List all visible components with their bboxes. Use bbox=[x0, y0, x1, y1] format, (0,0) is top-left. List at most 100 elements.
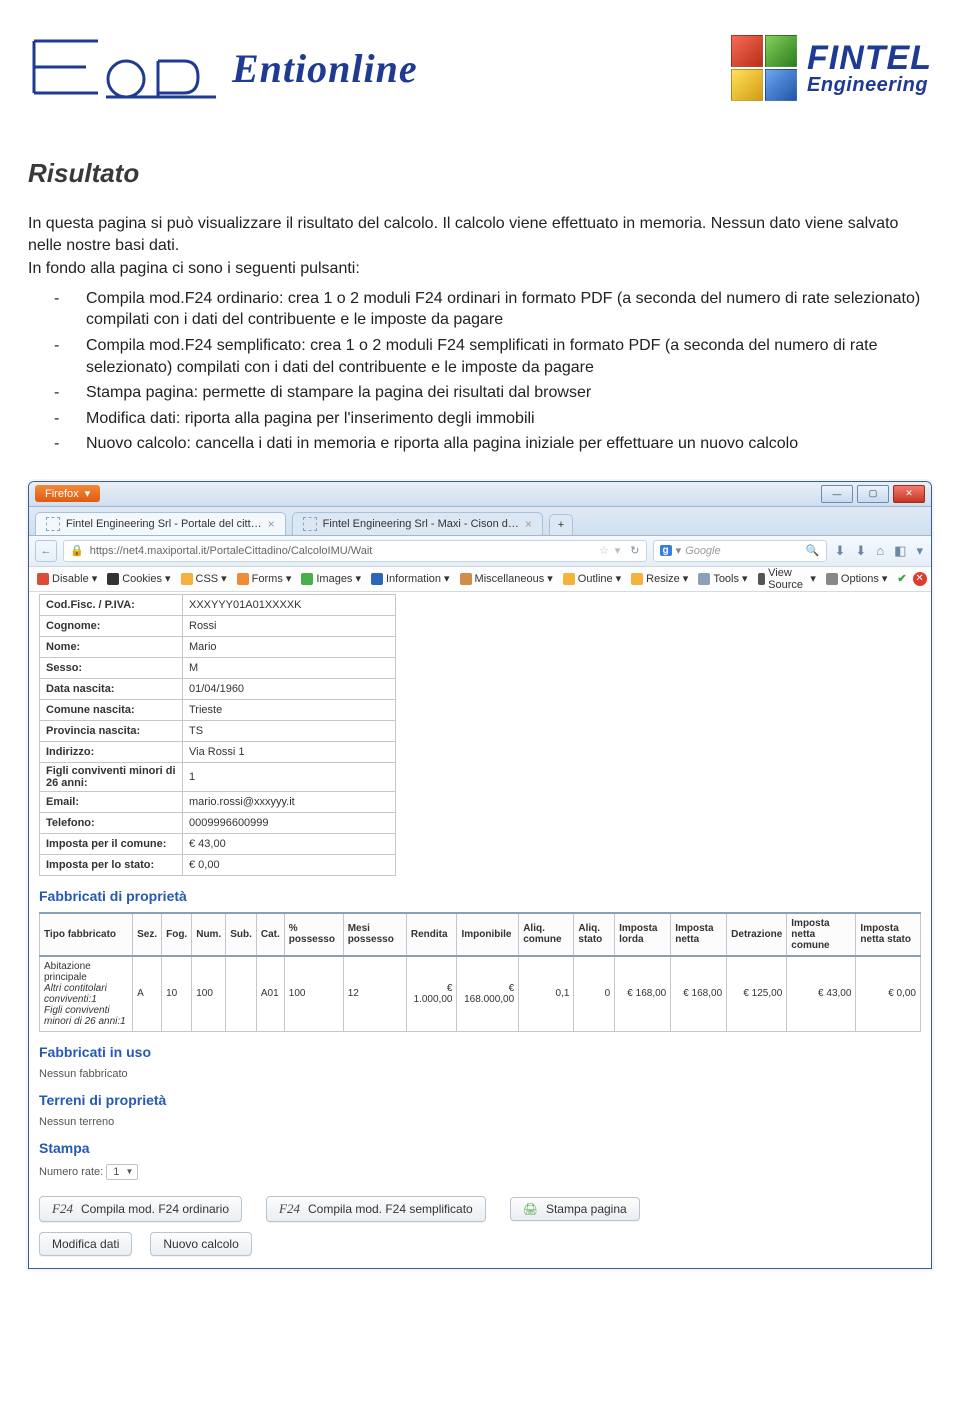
lock-icon: 🔒 bbox=[70, 544, 84, 557]
devtool-information[interactable]: Information▾ bbox=[371, 572, 450, 585]
devtool-misc[interactable]: Miscellaneous▾ bbox=[460, 572, 553, 585]
kv-key: Figli conviventi minori di 26 anni: bbox=[40, 762, 183, 791]
table-header: Rendita bbox=[406, 913, 457, 956]
kv-key: Cod.Fisc. / P.IVA: bbox=[40, 594, 183, 615]
nav-back-button[interactable]: ← bbox=[35, 540, 57, 562]
nuovo-calcolo-button[interactable]: Nuovo calcolo bbox=[150, 1232, 251, 1256]
table-header: Cat. bbox=[256, 913, 284, 956]
f24-icon: F24 bbox=[52, 1201, 73, 1217]
kv-value: mario.rossi@xxxyyy.it bbox=[183, 791, 396, 812]
kv-key: Sesso: bbox=[40, 657, 183, 678]
table-header: Sez. bbox=[133, 913, 162, 956]
kv-key: Nome: bbox=[40, 636, 183, 657]
home-icon[interactable]: ⌂ bbox=[874, 543, 886, 558]
table-header: Tipo fabbricato bbox=[40, 913, 133, 956]
fintel-cubes-icon bbox=[731, 35, 797, 101]
section-title-risultato: Risultato bbox=[28, 158, 932, 189]
table-header: Imposta netta bbox=[671, 913, 727, 956]
table-row: Indirizzo:Via Rossi 1 bbox=[40, 741, 396, 762]
devtool-resize[interactable]: Resize▾ bbox=[631, 572, 688, 585]
search-icon[interactable]: 🔍 bbox=[806, 544, 820, 557]
devtool-viewsource[interactable]: View Source▾ bbox=[758, 567, 816, 591]
kv-key: Email: bbox=[40, 791, 183, 812]
table-row: Data nascita:01/04/1960 bbox=[40, 678, 396, 699]
window-close-button[interactable]: ✕ bbox=[893, 485, 925, 503]
browser-tab[interactable]: Fintel Engineering Srl - Maxi - Cison d…… bbox=[292, 512, 543, 535]
feed-icon[interactable]: ◧ bbox=[892, 543, 908, 559]
kv-key: Provincia nascita: bbox=[40, 720, 183, 741]
kv-value: XXXYYY01A01XXXXK bbox=[183, 594, 396, 615]
section-fabbricati-uso: Fabbricati in uso bbox=[39, 1044, 921, 1060]
stampa-pagina-button[interactable]: 🖨 Stampa pagina bbox=[510, 1197, 640, 1221]
kv-key: Imposta per il comune: bbox=[40, 833, 183, 854]
entionline-text: Entionline bbox=[232, 45, 418, 92]
window-minimize-button[interactable]: — bbox=[821, 485, 853, 503]
tab-close-icon[interactable]: × bbox=[268, 517, 275, 531]
google-badge-icon: g bbox=[660, 545, 672, 556]
table-row: Imposta per il comune:€ 43,00 bbox=[40, 833, 396, 854]
kv-value: Rossi bbox=[183, 615, 396, 636]
kv-value: TS bbox=[183, 720, 396, 741]
compila-f24-semplificato-button[interactable]: F24 Compila mod. F24 semplificato bbox=[266, 1196, 486, 1222]
dropdown-icon[interactable]: ▾ bbox=[615, 544, 621, 557]
table-row: Cod.Fisc. / P.IVA:XXXYYY01A01XXXXK bbox=[40, 594, 396, 615]
downloads-icon[interactable]: ⬇ bbox=[853, 543, 868, 559]
bookmark-star-icon[interactable]: ☆ bbox=[599, 544, 609, 557]
kv-value: € 0,00 bbox=[183, 854, 396, 875]
address-bar[interactable]: 🔒 https://net4.maxiportal.it/PortaleCitt… bbox=[63, 540, 647, 562]
devtool-css[interactable]: CSS▾ bbox=[181, 572, 227, 585]
table-row: Comune nascita:Trieste bbox=[40, 699, 396, 720]
browser-tabstrip: Fintel Engineering Srl - Portale del cit… bbox=[29, 507, 931, 536]
entionline-mark-icon bbox=[28, 33, 218, 103]
kv-value: € 43,00 bbox=[183, 833, 396, 854]
reload-icon[interactable]: ↻ bbox=[630, 544, 639, 557]
section-fabbricati-proprieta: Fabbricati di proprietà bbox=[39, 888, 921, 904]
devtool-tools[interactable]: Tools▾ bbox=[698, 572, 747, 585]
fabbricati-uso-empty: Nessun fabbricato bbox=[39, 1068, 921, 1080]
browser-tab-active[interactable]: Fintel Engineering Srl - Portale del cit… bbox=[35, 512, 286, 535]
table-header: Aliq. comune bbox=[519, 913, 574, 956]
table-row: Provincia nascita:TS bbox=[40, 720, 396, 741]
devtool-cookies[interactable]: Cookies▾ bbox=[107, 572, 170, 585]
devtool-options[interactable]: Options▾ bbox=[826, 572, 887, 585]
kv-key: Comune nascita: bbox=[40, 699, 183, 720]
check-icon[interactable]: ✔ bbox=[897, 572, 906, 585]
compila-f24-ordinario-button[interactable]: F24 Compila mod. F24 ordinario bbox=[39, 1196, 242, 1222]
kv-value: Trieste bbox=[183, 699, 396, 720]
intro-paragraph-2: In fondo alla pagina ci sono i seguenti … bbox=[28, 258, 932, 280]
webdev-toolbar: Disable▾ Cookies▾ CSS▾ Forms▾ Images▾ In… bbox=[29, 567, 931, 592]
more-icon[interactable]: ▾ bbox=[914, 543, 925, 559]
browser-window: Firefox▾ — ▢ ✕ Fintel Engineering Srl - … bbox=[28, 481, 932, 1269]
taxpayer-table: Cod.Fisc. / P.IVA:XXXYYY01A01XXXXKCognom… bbox=[39, 594, 396, 876]
kv-value: 1 bbox=[183, 762, 396, 791]
firefox-menu-button[interactable]: Firefox▾ bbox=[35, 485, 100, 502]
page-header: Entionline FINTEL Engineering bbox=[28, 18, 932, 118]
table-header: Fog. bbox=[162, 913, 192, 956]
browser-navbar: ← 🔒 https://net4.maxiportal.it/PortaleCi… bbox=[29, 536, 931, 567]
table-row: Email:mario.rossi@xxxyyy.it bbox=[40, 791, 396, 812]
devtool-outline[interactable]: Outline▾ bbox=[563, 572, 621, 585]
bookmark-dropdown-icon[interactable]: ⬇︎ bbox=[833, 543, 848, 559]
new-tab-button[interactable]: + bbox=[549, 514, 573, 535]
numero-rate-select[interactable]: 1 bbox=[106, 1164, 138, 1180]
table-header: Detrazione bbox=[727, 913, 787, 956]
tab-favicon-icon bbox=[46, 517, 60, 531]
fintel-logo: FINTEL Engineering bbox=[731, 35, 932, 101]
table-row: Sesso:M bbox=[40, 657, 396, 678]
bullet-item: Nuovo calcolo: cancella i dati in memori… bbox=[28, 431, 932, 457]
kv-value: 01/04/1960 bbox=[183, 678, 396, 699]
bullet-item: Modifica dati: riporta alla pagina per l… bbox=[28, 406, 932, 432]
search-box[interactable]: g ▾ Google 🔍 bbox=[653, 540, 827, 562]
error-icon[interactable]: ✕ bbox=[913, 572, 927, 586]
devtool-disable[interactable]: Disable▾ bbox=[37, 572, 97, 585]
bullet-list: Compila mod.F24 ordinario: crea 1 o 2 mo… bbox=[28, 286, 932, 457]
table-header: Sub. bbox=[226, 913, 257, 956]
fintel-text: FINTEL Engineering bbox=[807, 41, 932, 95]
devtool-images[interactable]: Images▾ bbox=[301, 572, 361, 585]
window-maximize-button[interactable]: ▢ bbox=[857, 485, 889, 503]
modifica-dati-button[interactable]: Modifica dati bbox=[39, 1232, 132, 1256]
section-terreni: Terreni di proprietà bbox=[39, 1092, 921, 1108]
kv-key: Imposta per lo stato: bbox=[40, 854, 183, 875]
devtool-forms[interactable]: Forms▾ bbox=[237, 572, 292, 585]
tab-close-icon[interactable]: × bbox=[525, 517, 532, 531]
